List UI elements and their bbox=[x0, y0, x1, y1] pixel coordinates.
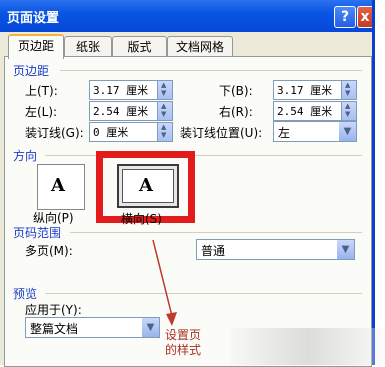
blurred-overlay bbox=[230, 328, 385, 365]
tab-margins[interactable]: 页边距 bbox=[8, 34, 64, 59]
annotation-line-2: 的样式 bbox=[165, 343, 202, 357]
annotation-text: 设置页 的样式 bbox=[165, 328, 201, 358]
annotation-line-1: 设置页 bbox=[165, 328, 202, 342]
